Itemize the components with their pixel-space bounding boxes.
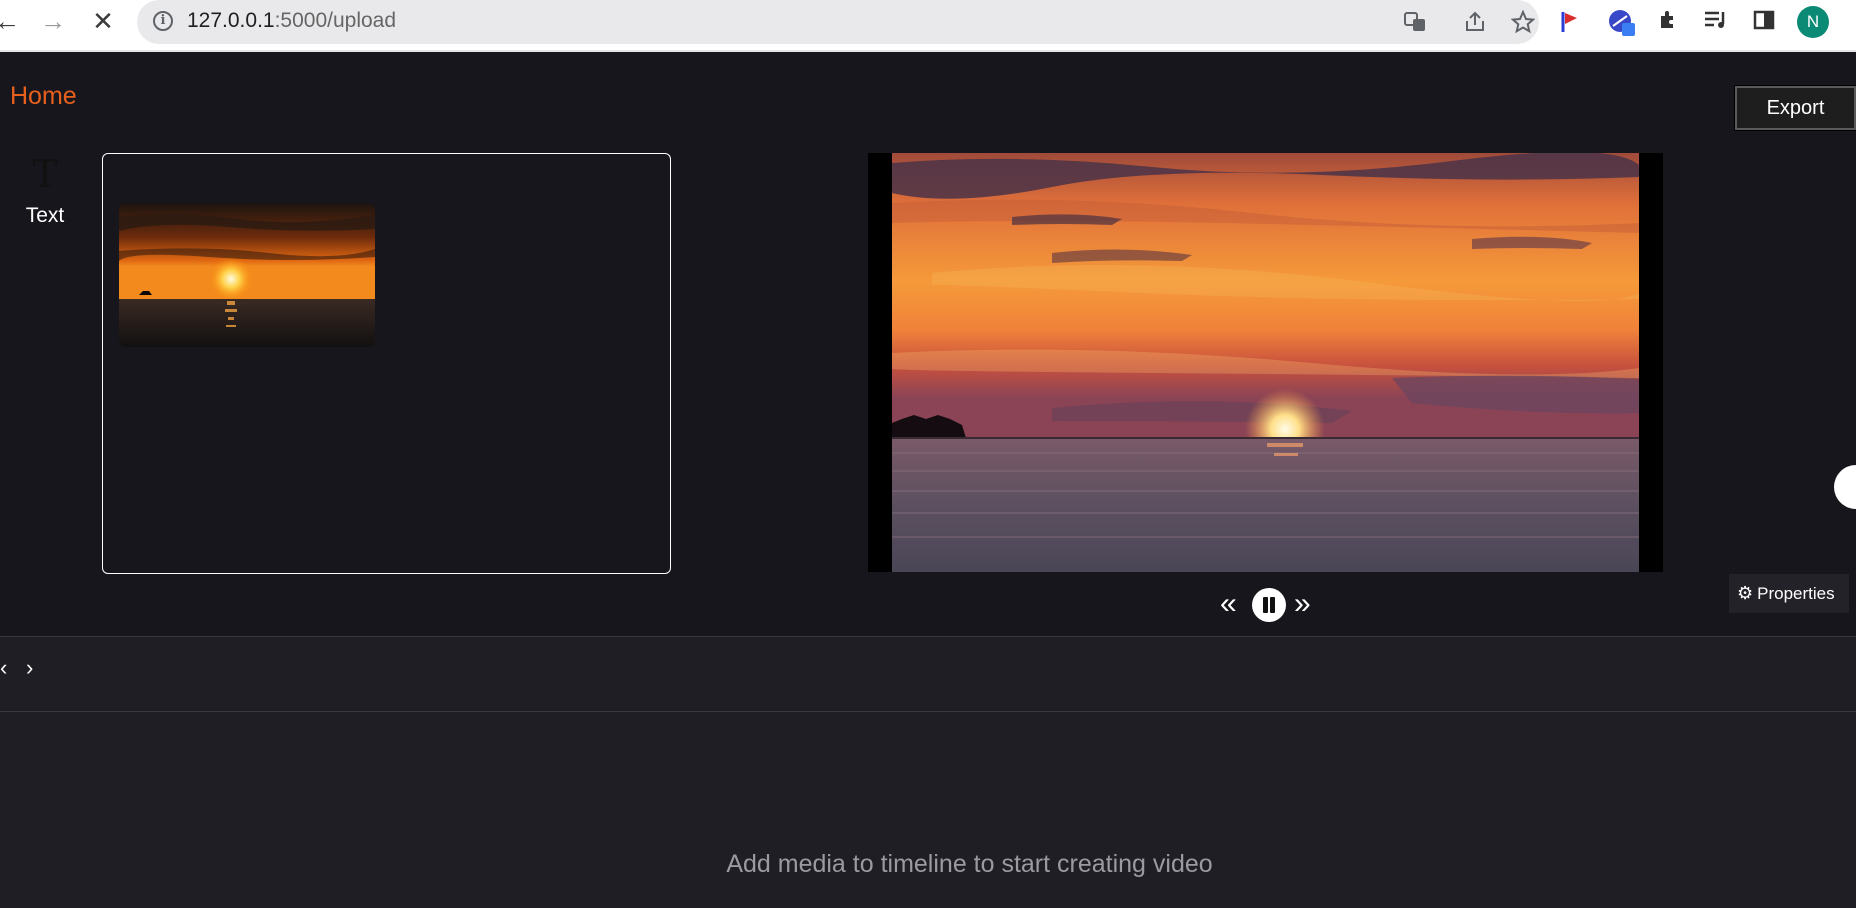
side-panel-icon[interactable] xyxy=(1750,8,1778,36)
media-thumbnail-sunset[interactable] xyxy=(119,203,375,347)
forward-icon[interactable]: → xyxy=(40,6,66,36)
pause-icon-bar-left xyxy=(1263,597,1268,613)
url-host: 127.0.0.1 xyxy=(187,9,275,32)
pause-icon-bar-right xyxy=(1270,597,1275,613)
timeline-empty-message: Add media to timeline to start creating … xyxy=(726,850,1213,878)
site-info-icon[interactable]: i xyxy=(153,11,173,31)
preview-frame-sunset xyxy=(892,153,1639,572)
timeline-prev-icon[interactable]: ‹ xyxy=(0,655,7,681)
video-preview[interactable] xyxy=(868,153,1663,572)
bookmark-star-icon[interactable] xyxy=(1510,9,1536,34)
timeline-area[interactable]: Add media to timeline to start creating … xyxy=(0,712,1856,908)
timeline-toolbar: ‹ › xyxy=(0,636,1856,712)
stop-loading-icon[interactable]: ✕ xyxy=(90,6,116,36)
pause-button[interactable] xyxy=(1252,588,1286,622)
extension-flag-icon[interactable] xyxy=(1557,8,1585,36)
gear-icon: ⚙ xyxy=(1737,583,1754,603)
reading-list-icon[interactable] xyxy=(1702,8,1730,36)
address-bar[interactable]: i 127.0.0.1:5000/upload xyxy=(137,0,1539,44)
properties-button[interactable]: ⚙ Properties xyxy=(1729,574,1849,613)
extension-globe-icon[interactable] xyxy=(1607,8,1635,36)
video-editor-app: Home Export T Text « » ⚙ Properties ‹ › … xyxy=(0,54,1856,908)
url-text[interactable]: 127.0.0.1:5000/upload xyxy=(187,9,396,33)
export-button[interactable]: Export xyxy=(1735,86,1856,130)
timeline-next-icon[interactable]: › xyxy=(26,655,33,681)
text-tool-label: Text xyxy=(25,204,65,227)
url-path: :5000/upload xyxy=(274,9,397,32)
rewind-icon[interactable]: « xyxy=(1220,586,1237,622)
browser-toolbar: ← → ✕ i 127.0.0.1:5000/upload N xyxy=(0,0,1856,52)
profile-avatar[interactable]: N xyxy=(1797,6,1829,38)
floating-assistant-icon[interactable] xyxy=(1834,465,1856,509)
playback-controls: « » xyxy=(1220,586,1316,624)
home-link[interactable]: Home xyxy=(10,82,77,111)
extensions-puzzle-icon[interactable] xyxy=(1655,8,1683,36)
share-icon[interactable] xyxy=(1463,10,1487,34)
text-tool-button[interactable]: T Text xyxy=(20,154,70,228)
translate-icon[interactable] xyxy=(1403,10,1427,34)
text-tool-icon: T xyxy=(32,152,58,196)
back-icon[interactable]: ← xyxy=(0,6,20,36)
properties-label: Properties xyxy=(1757,584,1835,603)
media-library-panel xyxy=(102,153,671,574)
fast-forward-icon[interactable]: » xyxy=(1294,586,1311,622)
